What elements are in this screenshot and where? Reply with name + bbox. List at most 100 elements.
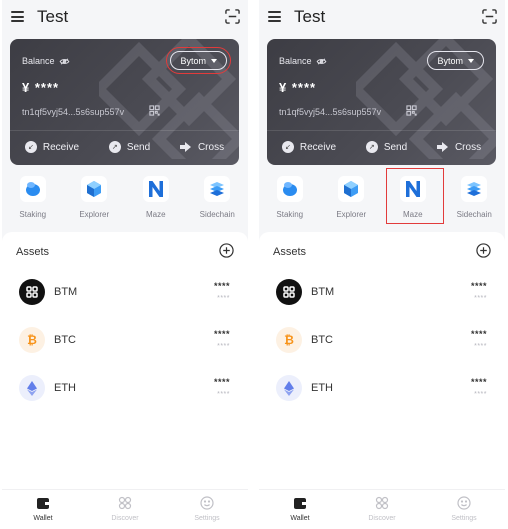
asset-value: **** xyxy=(474,343,487,350)
chain-selector[interactable]: Bytom xyxy=(427,51,484,70)
receive-button[interactable]: ↙ Receive xyxy=(24,141,80,153)
discover-grid-icon xyxy=(118,496,132,510)
asset-amount: **** xyxy=(470,281,487,291)
add-asset-icon[interactable] xyxy=(219,243,234,258)
asset-row-btc[interactable]: ₿ BTC **** **** xyxy=(259,320,505,360)
tab-settings[interactable]: Settings xyxy=(434,490,494,529)
asset-amount: **** xyxy=(213,281,230,291)
assets-panel: Assets BTM **** **** ₿ BTC **** **** ETH xyxy=(259,232,505,489)
cross-button[interactable]: Cross xyxy=(179,142,224,153)
dapp-label: Staking xyxy=(276,210,304,219)
settings-face-icon xyxy=(200,496,214,510)
balance-label: Balance xyxy=(279,56,312,66)
btc-logo-icon: ₿ xyxy=(276,327,302,353)
asset-value: **** xyxy=(217,391,230,398)
receive-icon: ↙ xyxy=(24,141,37,153)
asset-amount: **** xyxy=(470,377,487,387)
send-label: Send xyxy=(126,141,151,153)
dapp-sidechain[interactable]: Sidechain xyxy=(191,172,243,224)
assets-panel: Assets BTM **** **** ₿ BTC **** **** ETH xyxy=(2,232,248,489)
menu-icon[interactable] xyxy=(11,11,24,22)
app-title: Test xyxy=(37,7,69,26)
explorer-cube-icon xyxy=(338,176,365,202)
asset-row-eth[interactable]: ETH **** **** xyxy=(2,368,248,408)
sidechain-layers-icon xyxy=(461,176,488,202)
wallet-icon xyxy=(294,498,306,509)
eye-hidden-icon[interactable] xyxy=(316,58,327,65)
cross-button[interactable]: Cross xyxy=(436,142,481,153)
tab-wallet[interactable]: Wallet xyxy=(13,490,73,529)
tab-discover[interactable]: Discover xyxy=(352,490,412,529)
asset-row-btm[interactable]: BTM **** **** xyxy=(259,272,505,312)
qr-code-icon[interactable] xyxy=(406,105,417,116)
balance-card: Balance Bytom ¥ **** tn1qf5vyj54...5s6su… xyxy=(10,39,239,165)
asset-name: ETH xyxy=(311,382,333,394)
balance-label-row: Balance xyxy=(22,56,70,66)
btm-logo-icon xyxy=(19,279,45,305)
discover-grid-icon xyxy=(375,496,389,510)
balance-value: ¥ **** xyxy=(22,80,60,95)
dapp-staking[interactable]: Staking xyxy=(264,172,316,224)
tab-label: Settings xyxy=(194,515,220,522)
caret-down-icon xyxy=(468,58,474,63)
app-title: Test xyxy=(294,7,326,26)
assets-title: Assets xyxy=(273,246,307,258)
send-label: Send xyxy=(383,141,408,153)
wallet-address[interactable]: tn1qf5vyj54...5s6sup557v xyxy=(22,107,124,117)
dapp-maze[interactable]: Maze xyxy=(130,172,182,224)
tab-discover[interactable]: Discover xyxy=(95,490,155,529)
asset-amount: **** xyxy=(470,329,487,339)
dapp-label: Staking xyxy=(19,210,47,219)
top-bar: Test xyxy=(2,0,248,36)
send-icon: ↗ xyxy=(365,141,378,153)
asset-row-btc[interactable]: ₿ BTC **** **** xyxy=(2,320,248,360)
cross-arrow-icon xyxy=(179,142,191,152)
qr-code-icon[interactable] xyxy=(149,105,160,116)
send-button[interactable]: ↗ Send xyxy=(108,141,151,153)
asset-name: BTM xyxy=(311,286,335,298)
tab-wallet[interactable]: Wallet xyxy=(270,490,330,529)
dapp-label: Maze xyxy=(145,210,166,219)
asset-value: **** xyxy=(474,295,487,302)
scan-icon[interactable] xyxy=(225,9,240,24)
receive-button[interactable]: ↙ Receive xyxy=(281,141,337,153)
caret-down-icon xyxy=(211,58,217,63)
dapp-sidechain[interactable]: Sidechain xyxy=(448,172,500,224)
dapp-shortcuts: Staking Explorer Maze Sidechain xyxy=(2,172,248,224)
asset-value: **** xyxy=(474,391,487,398)
card-actions: ↙ Receive ↗ Send Cross xyxy=(267,136,496,158)
tab-settings[interactable]: Settings xyxy=(177,490,237,529)
asset-name: ETH xyxy=(54,382,76,394)
balance-value: ¥ **** xyxy=(279,80,317,95)
receive-label: Receive xyxy=(299,141,337,153)
dapp-label: Sidechain xyxy=(199,210,235,219)
dapp-explorer[interactable]: Explorer xyxy=(325,172,377,224)
send-button[interactable]: ↗ Send xyxy=(365,141,408,153)
staking-icon xyxy=(276,176,303,202)
tab-label: Discover xyxy=(368,515,396,522)
receive-icon: ↙ xyxy=(281,141,294,153)
dapp-label: Sidechain xyxy=(456,210,492,219)
add-asset-icon[interactable] xyxy=(476,243,491,258)
receive-label: Receive xyxy=(42,141,80,153)
asset-row-btm[interactable]: BTM **** **** xyxy=(2,272,248,312)
scan-icon[interactable] xyxy=(482,9,497,24)
chain-selector-label: Bytom xyxy=(180,55,206,66)
settings-face-icon xyxy=(457,496,471,510)
balance-label-row: Balance xyxy=(279,56,327,66)
menu-icon[interactable] xyxy=(268,11,281,22)
wallet-screen-right: Test Balance Bytom ¥ **** tn1qf5vyj54...… xyxy=(259,0,505,529)
dapp-staking[interactable]: Staking xyxy=(7,172,59,224)
chain-selector[interactable]: Bytom xyxy=(166,47,231,74)
eth-logo-icon xyxy=(276,375,302,401)
chain-selector-label: Bytom xyxy=(437,55,463,66)
asset-row-eth[interactable]: ETH **** **** xyxy=(259,368,505,408)
wallet-icon xyxy=(37,498,49,509)
eye-hidden-icon[interactable] xyxy=(59,58,70,65)
dapp-label: Explorer xyxy=(336,210,367,219)
asset-amount: **** xyxy=(213,329,230,339)
dapp-maze[interactable]: Maze xyxy=(385,168,444,224)
dapp-explorer[interactable]: Explorer xyxy=(68,172,120,224)
wallet-address[interactable]: tn1qf5vyj54...5s6sup557v xyxy=(279,107,381,117)
balance-card: Balance Bytom ¥ **** tn1qf5vyj54...5s6su… xyxy=(267,39,496,165)
